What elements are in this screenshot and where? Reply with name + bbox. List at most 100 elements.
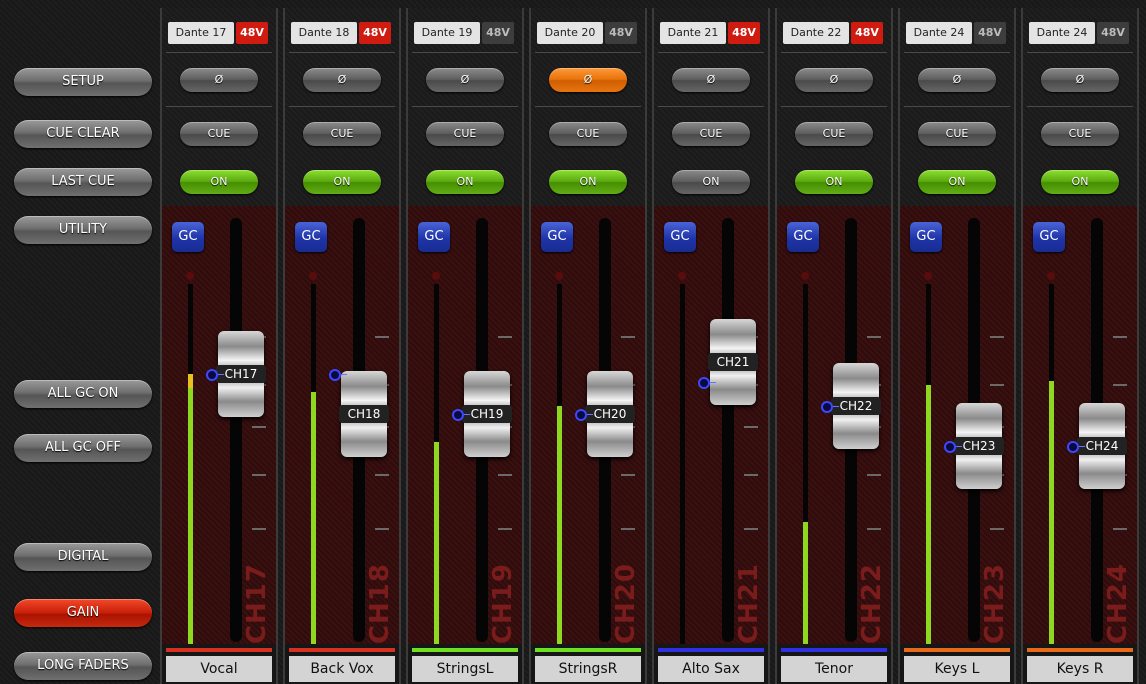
utility-button[interactable]: UTILITY <box>14 216 152 244</box>
fader-knob[interactable]: CH20 <box>585 371 635 457</box>
fader-scale-tick <box>621 474 635 476</box>
phase-button[interactable]: Ø <box>426 68 504 92</box>
setup-button[interactable]: SETUP <box>14 68 152 96</box>
dante-input-label[interactable]: Dante 18 <box>291 22 357 44</box>
divider <box>166 52 272 53</box>
level-meter <box>311 284 316 644</box>
last-cue-button[interactable]: LAST CUE <box>14 168 152 196</box>
fader-knob[interactable]: CH24 <box>1077 403 1127 489</box>
fader-knob[interactable]: CH17 <box>216 331 266 417</box>
cue-button[interactable]: CUE <box>918 122 996 146</box>
channel-strip: Dante 17 48V Ø CUE ON GC CH17 Vocal CH17 <box>160 8 278 684</box>
dante-input-label[interactable]: Dante 22 <box>783 22 849 44</box>
phase-button[interactable]: Ø <box>549 68 627 92</box>
gain-compensation-marker[interactable] <box>329 369 341 381</box>
channel-name[interactable]: StringsR <box>535 656 641 682</box>
fader-scale-tick <box>375 474 389 476</box>
phase-button[interactable]: Ø <box>918 68 996 92</box>
fader-scale-tick <box>1113 384 1127 386</box>
gain-compensation-marker[interactable] <box>698 377 710 389</box>
channel-on-button[interactable]: ON <box>1041 170 1119 194</box>
gain-compensation-button[interactable]: GC <box>664 222 696 252</box>
fader-knob[interactable]: CH19 <box>462 371 512 457</box>
phantom-power-button[interactable]: 48V <box>359 22 391 44</box>
phantom-power-button[interactable]: 48V <box>851 22 883 44</box>
fader-knob[interactable]: CH23 <box>954 403 1004 489</box>
gain-button[interactable]: GAIN <box>14 599 152 627</box>
fader-knob-label: CH18 <box>339 405 389 423</box>
gain-compensation-button[interactable]: GC <box>295 222 327 252</box>
dante-input-label[interactable]: Dante 24 <box>1029 22 1095 44</box>
dante-input-label[interactable]: Dante 24 <box>906 22 972 44</box>
all-gc-off-button[interactable]: ALL GC OFF <box>14 434 152 462</box>
cue-button[interactable]: CUE <box>1041 122 1119 146</box>
channel-name[interactable]: Tenor <box>781 656 887 682</box>
phase-button[interactable]: Ø <box>303 68 381 92</box>
level-meter-fill <box>557 406 562 644</box>
gain-compensation-button[interactable]: GC <box>172 222 204 252</box>
fader-scale-tick <box>867 528 881 530</box>
phantom-power-button[interactable]: 48V <box>728 22 760 44</box>
phantom-power-button[interactable]: 48V <box>1097 22 1129 44</box>
cue-button[interactable]: CUE <box>303 122 381 146</box>
fader-scale-tick <box>252 426 266 428</box>
phase-button[interactable]: Ø <box>180 68 258 92</box>
channel-strip: Dante 21 48V Ø CUE ON GC CH21 Alto Sax C… <box>652 8 770 684</box>
gain-marker-line <box>587 414 593 415</box>
channel-on-button[interactable]: ON <box>795 170 873 194</box>
channel-on-button[interactable]: ON <box>672 170 750 194</box>
cue-button[interactable]: CUE <box>672 122 750 146</box>
phase-button[interactable]: Ø <box>795 68 873 92</box>
channel-name[interactable]: Vocal <box>166 656 272 682</box>
cue-button[interactable]: CUE <box>795 122 873 146</box>
gain-compensation-marker[interactable] <box>944 441 956 453</box>
phantom-power-button[interactable]: 48V <box>236 22 268 44</box>
channel-on-button[interactable]: ON <box>918 170 996 194</box>
channel-on-button[interactable]: ON <box>180 170 258 194</box>
phantom-power-button[interactable]: 48V <box>605 22 637 44</box>
channel-name[interactable]: Keys L <box>904 656 1010 682</box>
gain-compensation-button[interactable]: GC <box>787 222 819 252</box>
channel-name[interactable]: Alto Sax <box>658 656 764 682</box>
gain-compensation-button[interactable]: GC <box>418 222 450 252</box>
channel-on-button[interactable]: ON <box>426 170 504 194</box>
fader-knob-label: CH21 <box>708 353 758 371</box>
cue-button[interactable]: CUE <box>549 122 627 146</box>
channel-name[interactable]: Back Vox <box>289 656 395 682</box>
fader-scale-tick <box>498 474 512 476</box>
phase-button[interactable]: Ø <box>1041 68 1119 92</box>
channel-on-button[interactable]: ON <box>549 170 627 194</box>
channel-watermark-label: CH19 <box>488 562 518 644</box>
phantom-power-button[interactable]: 48V <box>482 22 514 44</box>
cue-button[interactable]: CUE <box>426 122 504 146</box>
gain-compensation-marker[interactable] <box>575 409 587 421</box>
channel-on-button[interactable]: ON <box>303 170 381 194</box>
gain-compensation-marker[interactable] <box>821 401 833 413</box>
dante-input-label[interactable]: Dante 20 <box>537 22 603 44</box>
channel-name[interactable]: Keys R <box>1027 656 1133 682</box>
dante-input-label[interactable]: Dante 21 <box>660 22 726 44</box>
fader-scale-tick <box>1113 336 1127 338</box>
long-faders-button[interactable]: LONG FADERS <box>14 652 152 680</box>
level-meter <box>188 284 193 644</box>
phantom-power-button[interactable]: 48V <box>974 22 1006 44</box>
phase-button[interactable]: Ø <box>672 68 750 92</box>
channel-name[interactable]: StringsL <box>412 656 518 682</box>
dante-input-label[interactable]: Dante 19 <box>414 22 480 44</box>
gain-compensation-marker[interactable] <box>1067 441 1079 453</box>
level-meter-fill <box>1049 381 1054 644</box>
gain-compensation-button[interactable]: GC <box>910 222 942 252</box>
level-meter <box>680 284 685 644</box>
fader-knob[interactable]: CH22 <box>831 363 881 449</box>
cue-clear-button[interactable]: CUE CLEAR <box>14 120 152 148</box>
fader-knob[interactable]: CH21 <box>708 319 758 405</box>
cue-button[interactable]: CUE <box>180 122 258 146</box>
gain-compensation-button[interactable]: GC <box>541 222 573 252</box>
all-gc-on-button[interactable]: ALL GC ON <box>14 380 152 408</box>
gain-compensation-marker[interactable] <box>452 409 464 421</box>
digital-button[interactable]: DIGITAL <box>14 543 152 571</box>
fader-knob[interactable]: CH18 <box>339 371 389 457</box>
gain-compensation-marker[interactable] <box>206 369 218 381</box>
gain-compensation-button[interactable]: GC <box>1033 222 1065 252</box>
dante-input-label[interactable]: Dante 17 <box>168 22 234 44</box>
